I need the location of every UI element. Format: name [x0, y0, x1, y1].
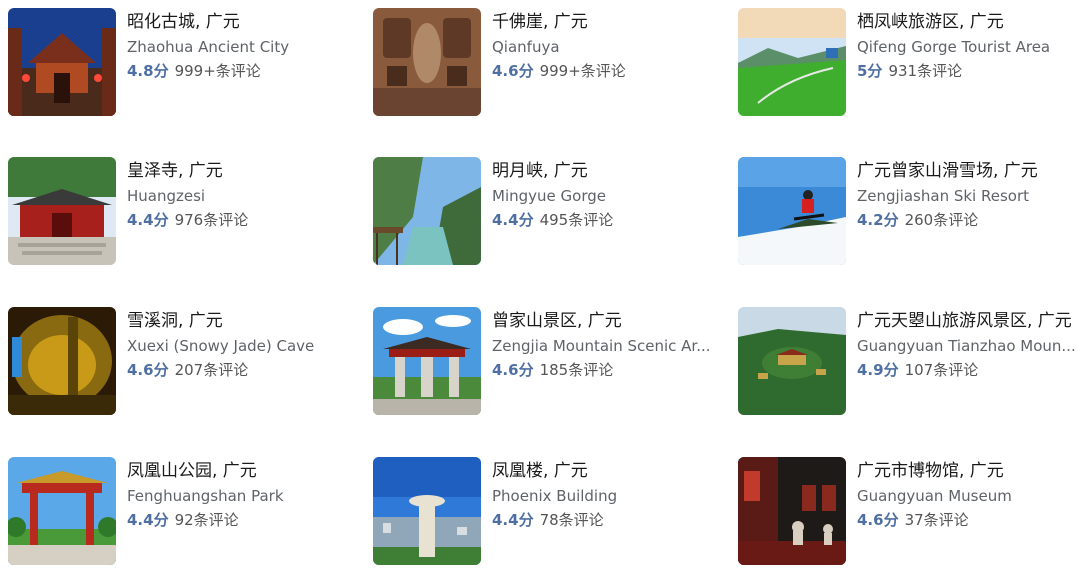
- review-count: 78条评论: [539, 511, 604, 529]
- rating-score: 4.8分: [127, 62, 169, 80]
- attraction-title[interactable]: 雪溪洞, 广元: [127, 310, 358, 332]
- park-gate-photo-icon[interactable]: [8, 457, 116, 565]
- rating-score: 4.6分: [857, 511, 899, 529]
- attraction-title[interactable]: 昭化古城, 广元: [127, 11, 358, 33]
- rating-score: 4.2分: [857, 211, 899, 229]
- attraction-subtitle: Guangyuan Tianzhao Moun...: [857, 337, 1076, 355]
- rating-score: 4.4分: [127, 511, 169, 529]
- attraction-subtitle: Fenghuangshan Park: [127, 487, 284, 505]
- attraction-card[interactable]: 千佛崖, 广元 Qianfuya 4.6分 999+条评论: [373, 8, 723, 118]
- review-count: 495条评论: [539, 211, 614, 229]
- rating-score: 4.6分: [127, 361, 169, 379]
- gorge-meadow-photo-icon[interactable]: [738, 8, 846, 116]
- gate-arch-photo-icon[interactable]: [373, 307, 481, 415]
- attraction-title[interactable]: 凤凰楼, 广元: [492, 460, 723, 482]
- attraction-title[interactable]: 广元天曌山旅游风景区, 广元: [857, 310, 1080, 332]
- rating-score: 4.6分: [492, 361, 534, 379]
- attraction-title[interactable]: 曾家山景区, 广元: [492, 310, 723, 332]
- review-count: 37条评论: [904, 511, 969, 529]
- museum-photo-icon[interactable]: [738, 457, 846, 565]
- attraction-subtitle: Phoenix Building: [492, 487, 618, 505]
- review-count: 207条评论: [174, 361, 249, 379]
- attraction-card[interactable]: 凤凰楼, 广元 Phoenix Building 4.4分 78条评论: [373, 457, 723, 567]
- attraction-card[interactable]: 凤凰山公园, 广元 Fenghuangshan Park 4.4分 92条评论: [8, 457, 358, 567]
- review-count: 107条评论: [904, 361, 979, 379]
- rating-score: 4.6分: [492, 62, 534, 80]
- review-count: 92条评论: [174, 511, 239, 529]
- skier-photo-icon[interactable]: [738, 157, 846, 265]
- attraction-title[interactable]: 千佛崖, 广元: [492, 11, 723, 33]
- rating-score: 4.4分: [492, 511, 534, 529]
- attraction-title[interactable]: 广元曾家山滑雪场, 广元: [857, 160, 1080, 182]
- attraction-subtitle: Zhaohua Ancient City: [127, 38, 290, 56]
- review-count: 260条评论: [904, 211, 979, 229]
- attraction-title[interactable]: 皇泽寺, 广元: [127, 160, 358, 182]
- attraction-title[interactable]: 凤凰山公园, 广元: [127, 460, 358, 482]
- cave-photo-icon[interactable]: [8, 307, 116, 415]
- attraction-subtitle: Zengjiashan Ski Resort: [857, 187, 1030, 205]
- attraction-title[interactable]: 明月峡, 广元: [492, 160, 723, 182]
- attraction-card[interactable]: 皇泽寺, 广元 Huangzesi 4.4分 976条评论: [8, 157, 358, 267]
- attraction-card[interactable]: 广元曾家山滑雪场, 广元 Zengjiashan Ski Resort 4.2分…: [738, 157, 1080, 267]
- review-count: 976条评论: [174, 211, 249, 229]
- attraction-title[interactable]: 栖凤峡旅游区, 广元: [857, 11, 1080, 33]
- rating-score: 4.4分: [127, 211, 169, 229]
- ancient-city-photo-icon[interactable]: [8, 8, 116, 116]
- review-count: 185条评论: [539, 361, 614, 379]
- tower-photo-icon[interactable]: [373, 457, 481, 565]
- attraction-grid: 昭化古城, 广元 Zhaohua Ancient City 4.8分 999+条评…: [0, 0, 1080, 574]
- attraction-card[interactable]: 雪溪洞, 广元 Xuexi (Snowy Jade) Cave 4.6分 207条…: [8, 307, 358, 417]
- attraction-card[interactable]: 明月峡, 广元 Mingyue Gorge 4.4分 495条评论: [373, 157, 723, 267]
- rating-score: 4.9分: [857, 361, 899, 379]
- attraction-subtitle: Xuexi (Snowy Jade) Cave: [127, 337, 315, 355]
- attraction-card[interactable]: 广元市博物馆, 广元 Guangyuan Museum 4.6分 37条评论: [738, 457, 1080, 567]
- attraction-subtitle: Qifeng Gorge Tourist Area: [857, 38, 1051, 56]
- attraction-subtitle: Qianfuya: [492, 38, 560, 56]
- attraction-card[interactable]: 广元天曌山旅游风景区, 广元 Guangyuan Tianzhao Moun..…: [738, 307, 1080, 417]
- rating-score: 4.4分: [492, 211, 534, 229]
- attraction-title[interactable]: 广元市博物馆, 广元: [857, 460, 1080, 482]
- attraction-subtitle: Mingyue Gorge: [492, 187, 606, 205]
- review-count: 999+条评论: [174, 62, 261, 80]
- rating-score: 5分: [857, 62, 883, 80]
- attraction-subtitle: Zengjia Mountain Scenic Ar...: [492, 337, 711, 355]
- attraction-card[interactable]: 昭化古城, 广元 Zhaohua Ancient City 4.8分 999+条评…: [8, 8, 358, 118]
- river-gorge-photo-icon[interactable]: [373, 157, 481, 265]
- temple-photo-icon[interactable]: [8, 157, 116, 265]
- attraction-subtitle: Guangyuan Museum: [857, 487, 1012, 505]
- attraction-subtitle: Huangzesi: [127, 187, 206, 205]
- attraction-card[interactable]: 曾家山景区, 广元 Zengjia Mountain Scenic Ar... …: [373, 307, 723, 417]
- review-count: 999+条评论: [539, 62, 626, 80]
- cliff-carving-photo-icon[interactable]: [373, 8, 481, 116]
- mountain-temple-photo-icon[interactable]: [738, 307, 846, 415]
- attraction-card[interactable]: 栖凤峡旅游区, 广元 Qifeng Gorge Tourist Area 5分 9…: [738, 8, 1080, 118]
- review-count: 931条评论: [888, 62, 963, 80]
